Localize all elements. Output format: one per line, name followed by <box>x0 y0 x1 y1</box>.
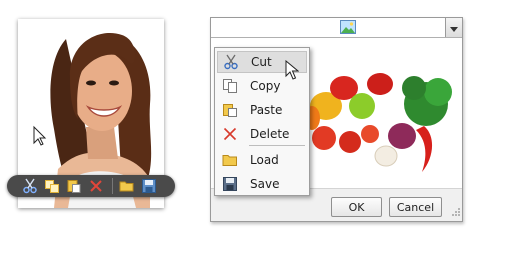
menu-separator <box>249 145 305 146</box>
copy-icon <box>222 78 238 94</box>
resize-grip-icon[interactable] <box>452 205 460 219</box>
menu-item-label: Save <box>250 177 280 191</box>
copy-icon[interactable] <box>43 177 61 195</box>
toolbar-separator <box>112 178 113 194</box>
combobox-dropdown-button[interactable] <box>445 18 462 37</box>
folder-open-icon <box>222 152 238 168</box>
delete-x-icon <box>222 126 238 142</box>
ok-button[interactable]: OK <box>331 197 382 217</box>
menu-item-label: Paste <box>250 103 283 117</box>
vegetables-image <box>304 66 456 176</box>
menu-item-delete[interactable]: Delete <box>217 123 307 145</box>
menu-item-load[interactable]: Load <box>217 149 307 171</box>
menu-item-label: Delete <box>250 127 290 141</box>
paste-icon[interactable] <box>65 177 83 195</box>
menu-item-save[interactable]: Save <box>217 173 307 195</box>
image-combobox[interactable] <box>211 18 462 38</box>
folder-open-icon[interactable] <box>118 177 136 195</box>
menu-item-label: Copy <box>250 79 281 93</box>
chevron-down-icon <box>450 21 458 35</box>
menu-item-label: Cut <box>251 55 272 69</box>
scissors-icon[interactable] <box>21 177 39 195</box>
paste-icon <box>222 102 238 118</box>
image-landscape-icon <box>340 20 356 37</box>
save-floppy-icon <box>222 176 238 192</box>
delete-x-icon[interactable] <box>87 177 105 195</box>
scissors-icon <box>223 54 239 70</box>
floating-toolbar <box>7 175 175 197</box>
mouse-pointer-icon <box>285 59 300 83</box>
menu-item-paste[interactable]: Paste <box>217 99 307 121</box>
save-floppy-icon[interactable] <box>140 177 158 195</box>
menu-item-label: Load <box>250 153 279 167</box>
cancel-button[interactable]: Cancel <box>389 197 442 217</box>
